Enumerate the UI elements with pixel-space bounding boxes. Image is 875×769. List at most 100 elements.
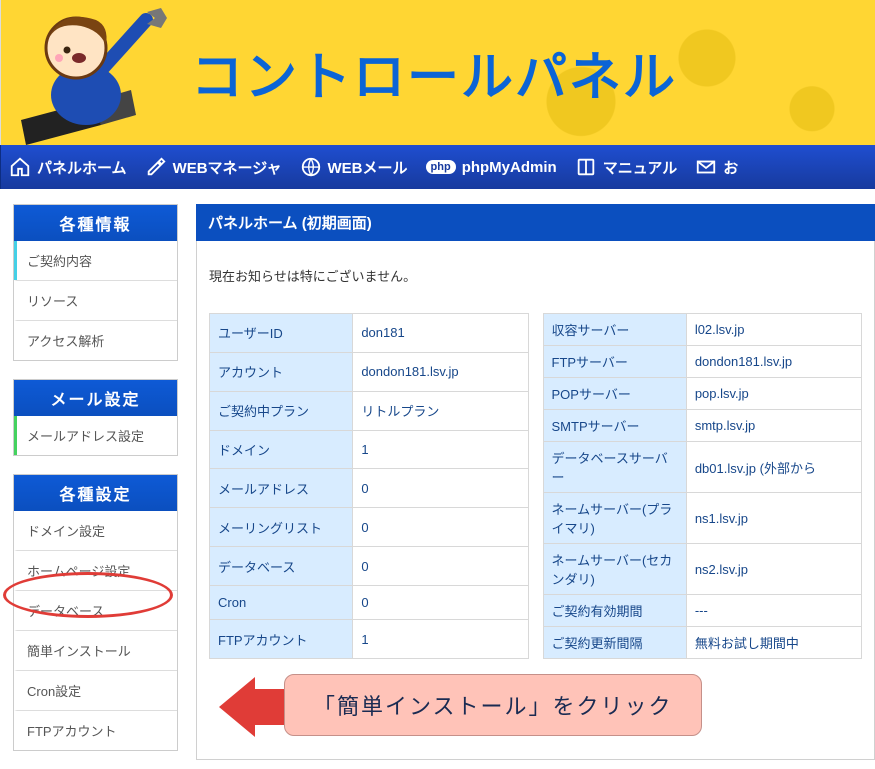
sidebar-item-ftp[interactable]: FTPアカウント (14, 710, 177, 750)
main-panel: パネルホーム (初期画面) 現在お知らせは特にございません。 ユーザーIDdon… (196, 204, 875, 769)
info-key: SMTPサーバー (543, 410, 686, 442)
info-key: データベース (210, 547, 353, 586)
book-icon (575, 156, 597, 178)
globe-mail-icon (300, 156, 322, 178)
table-row: FTPアカウント1 (210, 620, 529, 659)
nav-manual[interactable]: マニュアル (575, 156, 678, 178)
info-value: don181 (353, 314, 528, 353)
info-value: 0 (353, 586, 528, 620)
nav-label: WEBメール (328, 157, 408, 178)
table-row: Cron0 (210, 586, 529, 620)
sidebar-item-easyinstall[interactable]: 簡単インストール (14, 630, 177, 670)
info-value: ns2.lsv.jp (686, 544, 861, 595)
info-key: ネームサーバー(プライマリ) (543, 493, 686, 544)
nav-panel-home[interactable]: パネルホーム (9, 156, 127, 178)
sidebar: 各種情報 ご契約内容 リソース アクセス解析 メール設定 メールアドレス設定 各… (13, 204, 178, 769)
sidebar-item-contract[interactable]: ご契約内容 (14, 241, 177, 280)
notice-text: 現在お知らせは特にございません。 (209, 266, 862, 285)
table-row: ユーザーIDdon181 (210, 314, 529, 353)
sidebar-item-resource[interactable]: リソース (14, 280, 177, 320)
nav-label: お (723, 157, 738, 178)
nav-web-mail[interactable]: WEBメール (300, 156, 408, 178)
info-key: ご契約有効期間 (543, 595, 686, 627)
info-key: メールアドレス (210, 469, 353, 508)
info-key: FTPアカウント (210, 620, 353, 659)
sidebar-section-settings: 各種設定 ドメイン設定 ホームページ設定 データベース 簡単インストール Cro… (13, 474, 178, 751)
table-row: ネームサーバー(プライマリ)ns1.lsv.jp (543, 493, 862, 544)
table-row: ご契約中プランリトルプラン (210, 391, 529, 430)
nav-label: phpMyAdmin (462, 159, 557, 176)
table-row: メールアドレス0 (210, 469, 529, 508)
table-row: SMTPサーバーsmtp.lsv.jp (543, 410, 862, 442)
info-value: --- (686, 595, 861, 627)
sidebar-title: メール設定 (14, 380, 177, 416)
info-key: ネームサーバー(セカンダリ) (543, 544, 686, 595)
sidebar-title: 各種情報 (14, 205, 177, 241)
arrow-left-icon (219, 677, 289, 737)
info-key: メーリングリスト (210, 508, 353, 547)
info-key: FTPサーバー (543, 346, 686, 378)
info-value: smtp.lsv.jp (686, 410, 861, 442)
table-row: データベースサーバーdb01.lsv.jp (外部から (543, 442, 862, 493)
info-value: dondon181.lsv.jp (686, 346, 861, 378)
info-value: pop.lsv.jp (686, 378, 861, 410)
info-table-left: ユーザーIDdon181アカウントdondon181.lsv.jpご契約中プラン… (209, 313, 529, 659)
edit-icon (145, 156, 167, 178)
mascot-image (1, 0, 181, 145)
info-key: Cron (210, 586, 353, 620)
sidebar-section-info: 各種情報 ご契約内容 リソース アクセス解析 (13, 204, 178, 361)
table-row: 収容サーバーl02.lsv.jp (543, 314, 862, 346)
sidebar-item-cron[interactable]: Cron設定 (14, 670, 177, 710)
info-key: POPサーバー (543, 378, 686, 410)
info-key: 収容サーバー (543, 314, 686, 346)
top-nav: パネルホーム WEBマネージャ WEBメール php phpMyAdmin マニ… (0, 145, 875, 189)
sidebar-section-mail: メール設定 メールアドレス設定 (13, 379, 178, 456)
table-row: アカウントdondon181.lsv.jp (210, 352, 529, 391)
info-value: リトルプラン (353, 391, 528, 430)
sidebar-item-homepage[interactable]: ホームページ設定 (14, 550, 177, 590)
nav-label: WEBマネージャ (173, 157, 282, 178)
table-row: ネームサーバー(セカンダリ)ns2.lsv.jp (543, 544, 862, 595)
info-value: 0 (353, 547, 528, 586)
mail-icon (695, 156, 717, 178)
info-key: ドメイン (210, 430, 353, 469)
sidebar-item-access[interactable]: アクセス解析 (14, 320, 177, 360)
info-grid: ユーザーIDdon181アカウントdondon181.lsv.jpご契約中プラン… (209, 313, 862, 659)
callout-bubble: 「簡単インストール」をクリック (284, 674, 702, 736)
info-value: ns1.lsv.jp (686, 493, 861, 544)
info-value: l02.lsv.jp (686, 314, 861, 346)
info-value: dondon181.lsv.jp (353, 352, 528, 391)
info-value: 0 (353, 469, 528, 508)
header-banner: コントロールパネル (0, 0, 875, 145)
table-row: データベース0 (210, 547, 529, 586)
nav-contact[interactable]: お (695, 156, 738, 178)
panel-title: パネルホーム (初期画面) (196, 204, 875, 241)
info-key: ご契約中プラン (210, 391, 353, 430)
sidebar-title: 各種設定 (14, 475, 177, 511)
table-row: メーリングリスト0 (210, 508, 529, 547)
home-icon (9, 156, 31, 178)
nav-phpmyadmin[interactable]: php phpMyAdmin (426, 159, 557, 176)
info-table-right: 収容サーバーl02.lsv.jpFTPサーバーdondon181.lsv.jpP… (543, 313, 863, 659)
info-key: アカウント (210, 352, 353, 391)
sidebar-item-database[interactable]: データベース (14, 590, 177, 630)
nav-web-manager[interactable]: WEBマネージャ (145, 156, 282, 178)
info-key: ユーザーID (210, 314, 353, 353)
info-value: 1 (353, 430, 528, 469)
table-row: POPサーバーpop.lsv.jp (543, 378, 862, 410)
info-key: データベースサーバー (543, 442, 686, 493)
nav-label: パネルホーム (37, 157, 127, 178)
sidebar-item-mailaddress[interactable]: メールアドレス設定 (14, 416, 177, 455)
table-row: ご契約有効期間--- (543, 595, 862, 627)
info-value: 1 (353, 620, 528, 659)
banner-title: コントロールパネル (181, 35, 677, 110)
info-value: 0 (353, 508, 528, 547)
info-value: db01.lsv.jp (外部から (686, 442, 861, 493)
php-icon: php (426, 160, 456, 174)
sidebar-item-domain[interactable]: ドメイン設定 (14, 511, 177, 550)
table-row: ドメイン1 (210, 430, 529, 469)
info-key: ご契約更新間隔 (543, 627, 686, 659)
callout-annotation: 「簡単インストール」をクリック (209, 669, 862, 759)
table-row: FTPサーバーdondon181.lsv.jp (543, 346, 862, 378)
table-row: ご契約更新間隔無料お試し期間中 (543, 627, 862, 659)
